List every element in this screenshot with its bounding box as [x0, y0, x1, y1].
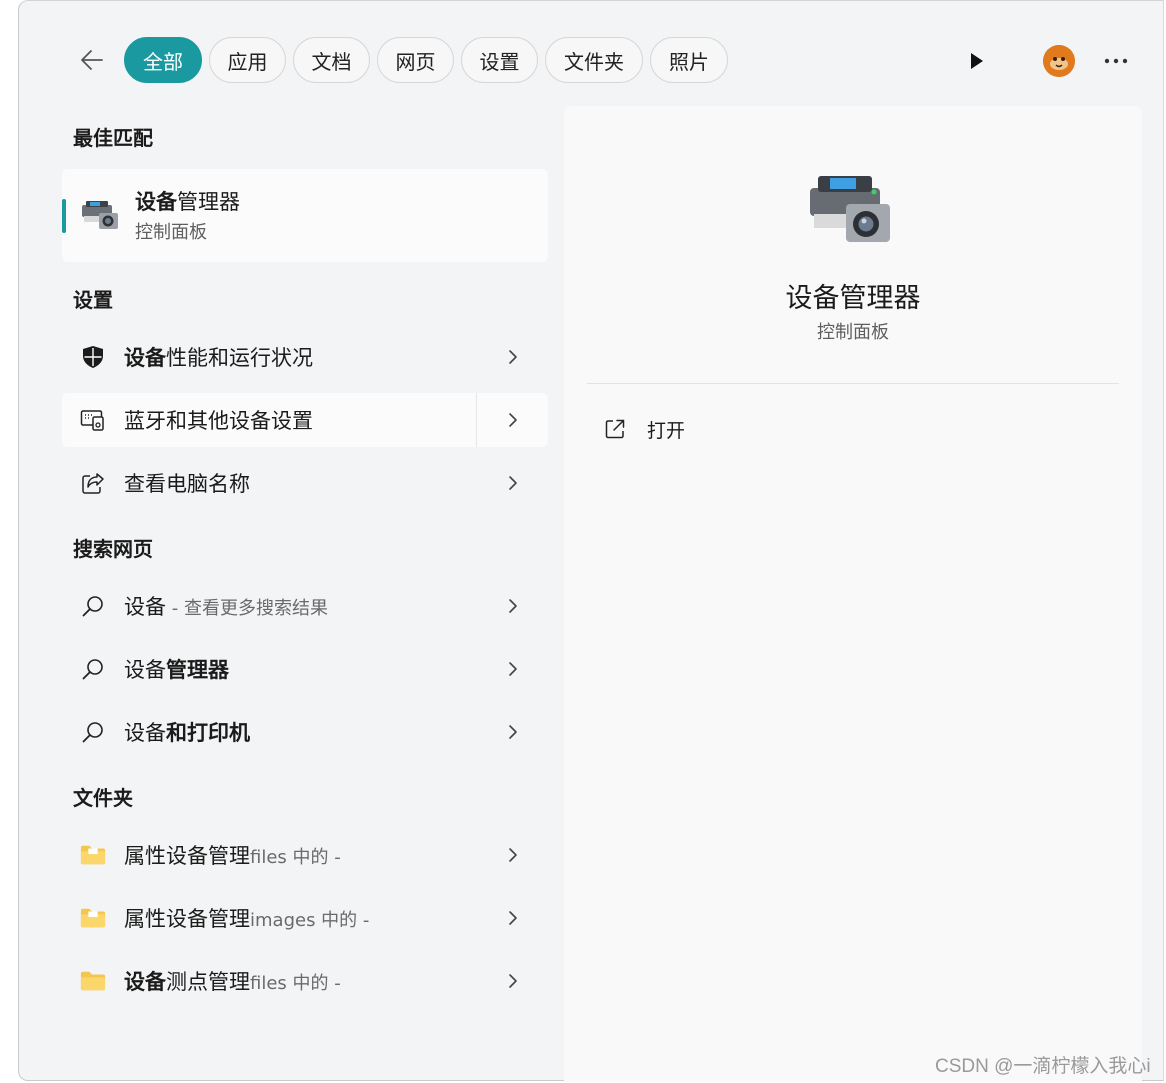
tab-apps[interactable]: 应用	[209, 37, 286, 83]
folder-item[interactable]: 属性设备管理files 中的 -	[62, 828, 548, 882]
search-icon	[82, 722, 103, 743]
chevron-right-icon	[509, 413, 517, 427]
filter-tabs: 全部 应用 文档 网页 设置 文件夹 照片	[124, 37, 728, 83]
play-icon	[971, 53, 983, 69]
folder-icon	[80, 908, 106, 928]
devices-icon	[80, 410, 104, 431]
open-external-icon	[605, 419, 625, 439]
folder-icon	[80, 971, 106, 991]
web-search-item[interactable]: 设备和打印机	[62, 705, 548, 759]
chevron-right-icon	[509, 974, 517, 988]
tab-photos[interactable]: 照片	[650, 37, 728, 83]
folder-label: 属性设备管理files 中的 -	[124, 844, 341, 868]
device-manager-icon	[810, 176, 890, 242]
settings-item-label: 查看电脑名称	[124, 472, 250, 496]
detail-subtitle: 控制面板	[817, 322, 889, 343]
web-search-item[interactable]: 设备管理器	[62, 642, 548, 696]
settings-item-label: 蓝牙和其他设备设置	[124, 409, 313, 433]
tab-settings[interactable]: 设置	[461, 37, 538, 83]
share-icon	[82, 473, 104, 494]
web-search-label: 设备管理器	[124, 658, 229, 682]
section-best-match: 最佳匹配	[73, 126, 153, 150]
tab-all[interactable]: 全部	[124, 37, 202, 83]
open-action[interactable]: 打开	[605, 414, 685, 444]
back-arrow-icon	[81, 50, 103, 70]
folder-label: 设备测点管理files 中的 -	[124, 970, 341, 994]
section-folders: 文件夹	[73, 786, 133, 810]
avatar-face-icon	[1043, 45, 1075, 77]
chevron-right-icon	[509, 662, 517, 676]
shield-icon	[83, 346, 103, 368]
more-options-button[interactable]	[1101, 46, 1131, 76]
chevron-right-icon	[509, 350, 517, 364]
chevron-right-icon	[509, 476, 517, 490]
chevron-right-icon	[509, 911, 517, 925]
settings-item-device-health[interactable]: 设备性能和运行状况	[62, 330, 548, 384]
avatar[interactable]	[1043, 45, 1075, 77]
play-button[interactable]	[962, 46, 992, 76]
folder-item[interactable]: 设备测点管理files 中的 -	[62, 954, 548, 1008]
device-manager-icon	[82, 201, 118, 229]
search-icon	[82, 596, 103, 617]
divider	[587, 383, 1119, 384]
chevron-right-icon	[509, 725, 517, 739]
web-search-label: 设备 - 查看更多搜索结果	[124, 595, 328, 619]
chevron-right-icon	[509, 599, 517, 613]
search-window: 全部 应用 文档 网页 设置 文件夹 照片 最佳匹配 设备管理器 控制面板 设置…	[18, 0, 1164, 1082]
best-match-item[interactable]: 设备管理器 控制面板	[62, 169, 548, 262]
web-search-label: 设备和打印机	[124, 721, 250, 745]
best-match-title: 设备管理器	[135, 190, 240, 214]
detail-panel: 设备管理器 控制面板 打开	[564, 106, 1142, 1082]
settings-item-bluetooth[interactable]: 蓝牙和其他设备设置	[62, 393, 548, 447]
section-settings: 设置	[73, 288, 113, 312]
chevron-right-icon	[509, 848, 517, 862]
detail-title: 设备管理器	[785, 283, 921, 314]
section-web-search: 搜索网页	[73, 537, 153, 561]
web-search-item[interactable]: 设备 - 查看更多搜索结果	[62, 579, 548, 633]
search-icon	[82, 659, 103, 680]
back-button[interactable]	[77, 45, 107, 75]
tab-web[interactable]: 网页	[377, 37, 454, 83]
folder-label: 属性设备管理images 中的 -	[124, 907, 370, 931]
settings-item-pc-name[interactable]: 查看电脑名称	[62, 456, 548, 510]
settings-item-label: 设备性能和运行状况	[124, 346, 313, 370]
folder-item[interactable]: 属性设备管理images 中的 -	[62, 891, 548, 945]
tab-documents[interactable]: 文档	[293, 37, 370, 83]
selection-indicator	[62, 199, 66, 233]
best-match-subtitle: 控制面板	[135, 222, 207, 243]
divider	[476, 393, 477, 447]
folder-icon	[80, 845, 106, 865]
open-label: 打开	[647, 419, 686, 442]
tab-folders[interactable]: 文件夹	[545, 37, 643, 83]
watermark: CSDN @一滴柠檬入我心i	[935, 1056, 1151, 1077]
more-icon	[1104, 58, 1128, 64]
